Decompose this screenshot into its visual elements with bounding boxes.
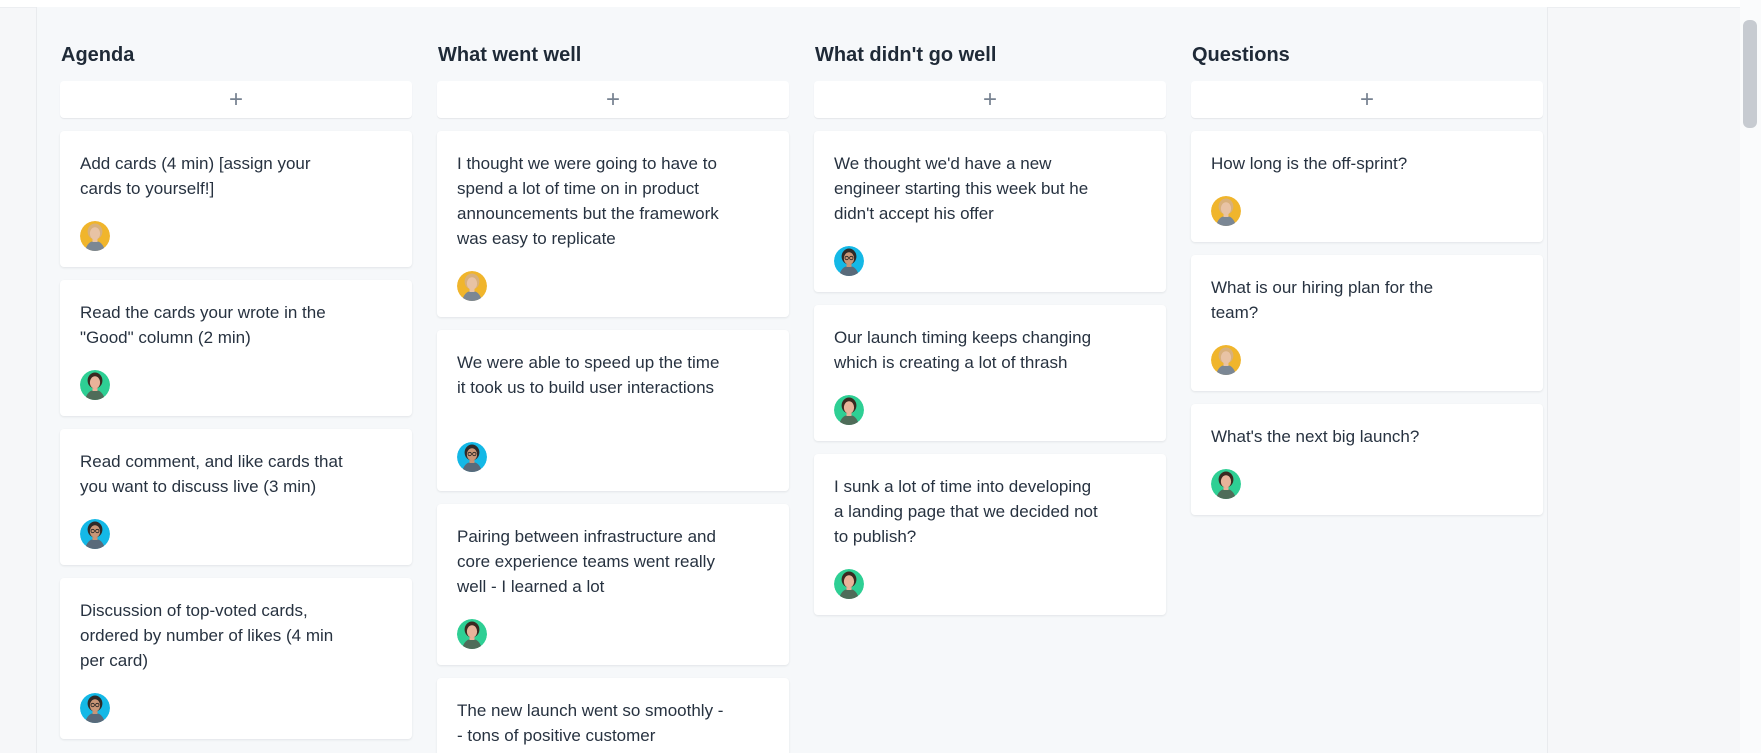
glasses-avatar-svg (80, 693, 110, 723)
brunette-avatar-icon[interactable] (457, 619, 487, 649)
brunette-avatar-svg (457, 619, 487, 649)
column-questions: Questions + How long is the off-sprint? … (1191, 41, 1543, 753)
card-text: Pairing between infrastructure and core … (457, 527, 716, 596)
glasses-avatar-icon[interactable] (80, 519, 110, 549)
card-text: What is our hiring plan for the team? (1211, 278, 1434, 322)
retrospective-board-viewport: Agenda + Add cards (4 min) [assign your … (0, 0, 1761, 753)
brunette-avatar-icon[interactable] (834, 246, 864, 276)
column-title: Questions (1192, 44, 1290, 66)
retro-card[interactable]: Read comment, and like cards that you wa… (60, 429, 412, 565)
brunette-avatar-icon[interactable] (834, 395, 864, 425)
glasses-avatar-svg (457, 442, 487, 472)
brunette-avatar-svg (834, 569, 864, 599)
retro-card[interactable]: The new launch went so smoothly -- tons … (437, 678, 789, 753)
brunette-avatar-icon[interactable] (1211, 345, 1241, 375)
retro-card[interactable]: What is our hiring plan for the team? (1191, 255, 1543, 391)
retro-card[interactable]: Add cards (4 min) [assign your cards to … (60, 131, 412, 267)
add-card-button[interactable]: + (1191, 81, 1543, 118)
retro-card[interactable]: I thought we were going to have to spend… (437, 131, 789, 317)
glasses-avatar-icon[interactable] (80, 693, 110, 723)
brunette-avatar-svg (80, 370, 110, 400)
retro-card[interactable]: Discussion of top-voted cards, ordered b… (60, 578, 412, 739)
retro-card[interactable]: I sunk a lot of time into developing a l… (814, 454, 1166, 615)
card-text: How long is the off-sprint? (1211, 154, 1408, 173)
card-text: What's the next big launch? (1211, 427, 1420, 446)
glasses-avatar-svg (80, 519, 110, 549)
blonde-avatar-icon[interactable] (1211, 196, 1241, 226)
card-text: Read comment, and like cards that you wa… (80, 452, 343, 496)
card-list: Add cards (4 min) [assign your cards to … (60, 131, 412, 739)
blonde-avatar-svg (80, 221, 110, 251)
brunette-avatar-svg (834, 395, 864, 425)
board-columns: Agenda + Add cards (4 min) [assign your … (60, 41, 1543, 753)
column-what-went-well: What went well + I thought we were going… (437, 41, 789, 753)
card-list: We thought we'd have a new engineer star… (814, 131, 1166, 615)
card-text: The new launch went so smoothly -- tons … (457, 701, 724, 745)
brunette-avatar-icon[interactable] (80, 370, 110, 400)
glasses-avatar-icon[interactable] (1211, 469, 1241, 499)
blonde-avatar-icon[interactable] (834, 569, 864, 599)
add-card-button[interactable]: + (814, 81, 1166, 118)
retro-card[interactable]: What's the next big launch? (1191, 404, 1543, 515)
retro-card[interactable]: We thought we'd have a new engineer star… (814, 131, 1166, 292)
card-text: I thought we were going to have to spend… (457, 154, 719, 248)
blonde-avatar-icon[interactable] (457, 271, 487, 301)
blonde-avatar-svg (1211, 345, 1241, 375)
card-text: I sunk a lot of time into developing a l… (834, 477, 1098, 546)
blonde-avatar-icon[interactable] (80, 221, 110, 251)
add-card-button[interactable]: + (60, 81, 412, 118)
retro-card[interactable]: Read the cards your wrote in the "Good" … (60, 280, 412, 416)
card-text: Discussion of top-voted cards, ordered b… (80, 601, 334, 670)
retro-card[interactable]: Our launch timing keeps changing which i… (814, 305, 1166, 441)
card-text: Add cards (4 min) [assign your cards to … (80, 154, 311, 198)
column-title: What went well (438, 44, 582, 66)
column-agenda: Agenda + Add cards (4 min) [assign your … (60, 41, 412, 753)
retro-card[interactable]: We were able to speed up the time it too… (437, 330, 789, 491)
card-list: I thought we were going to have to spend… (437, 131, 789, 753)
column-title: Agenda (61, 44, 135, 66)
card-text: We were able to speed up the time it too… (457, 353, 720, 397)
retro-card[interactable]: How long is the off-sprint? (1191, 131, 1543, 242)
add-card-button[interactable]: + (437, 81, 789, 118)
card-text: Read the cards your wrote in the "Good" … (80, 303, 326, 347)
blonde-avatar-svg (1211, 196, 1241, 226)
column-what-didnt-go-well: What didn't go well + We thought we'd ha… (814, 41, 1166, 753)
card-list: How long is the off-sprint? What is our … (1191, 131, 1543, 515)
vertical-scrollbar-thumb[interactable] (1743, 20, 1757, 128)
card-text: We thought we'd have a new engineer star… (834, 154, 1089, 223)
brunette-avatar-svg (1211, 469, 1241, 499)
card-text: Our launch timing keeps changing which i… (834, 328, 1092, 372)
glasses-avatar-icon[interactable] (457, 442, 487, 472)
retro-card[interactable]: Pairing between infrastructure and core … (437, 504, 789, 665)
glasses-avatar-svg (834, 246, 864, 276)
column-title: What didn't go well (815, 44, 997, 66)
blonde-avatar-svg (457, 271, 487, 301)
